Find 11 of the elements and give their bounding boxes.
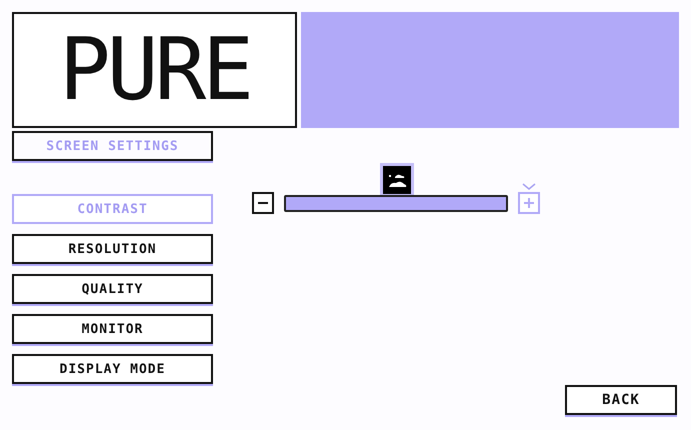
plus-icon [523, 197, 535, 209]
menu-button[interactable]: QUALITY [12, 274, 213, 304]
logo-text: PURE [58, 27, 250, 113]
chevron-icon [522, 183, 536, 190]
minus-icon [258, 202, 268, 204]
back-button[interactable]: BACK [565, 385, 677, 415]
menu-button[interactable]: RESOLUTION [12, 234, 213, 264]
minus-button[interactable] [252, 192, 274, 214]
menu-button[interactable]: MONITOR [12, 314, 213, 344]
section-title: SCREEN SETTINGS [12, 131, 213, 161]
menu-button[interactable]: DISPLAY MODE [12, 354, 213, 384]
